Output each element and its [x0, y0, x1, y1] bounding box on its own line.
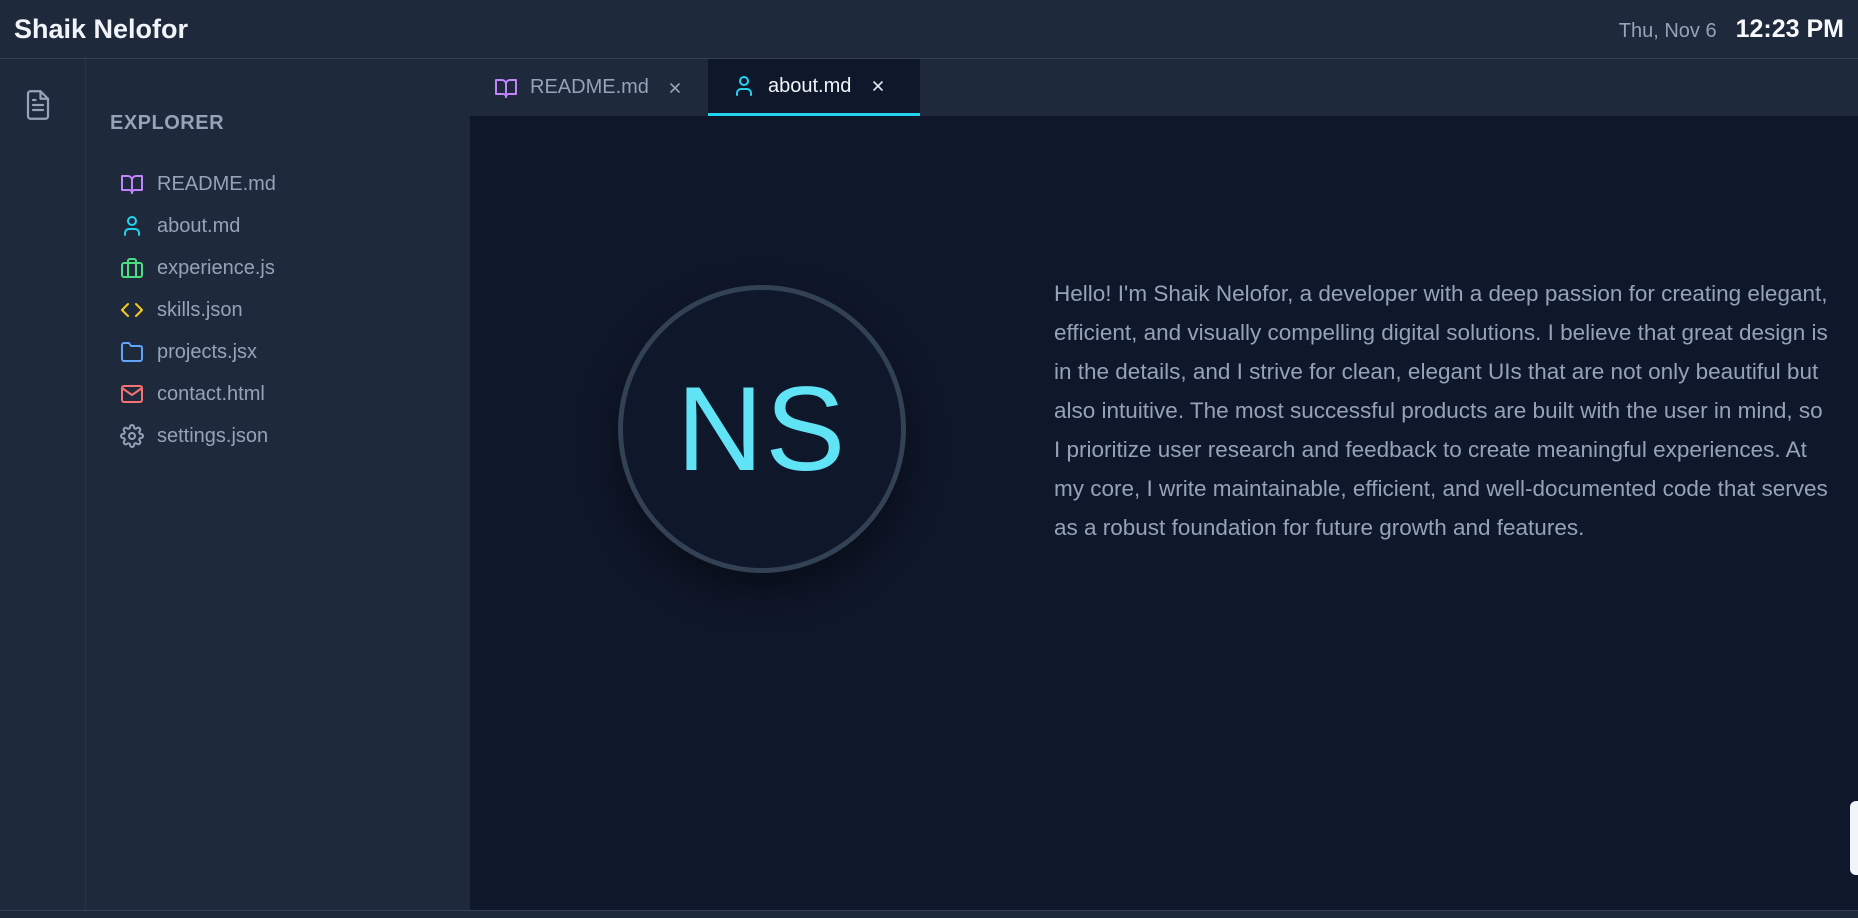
editor-content: NS Hello! I'm Shaik Nelofor, a developer… — [470, 116, 1858, 910]
editor-tab-bar: README.md about.md — [470, 59, 1858, 116]
file-item-contact[interactable]: contact.html — [120, 373, 440, 415]
file-label: README.md — [157, 172, 276, 195]
mail-icon — [120, 382, 144, 406]
tab-label: about.md — [768, 74, 852, 97]
file-item-settings[interactable]: settings.json — [120, 415, 440, 457]
clock: Thu, Nov 6 12:23 PM — [1619, 15, 1844, 44]
about-text: Hello! I'm Shaik Nelofor, a developer wi… — [1054, 281, 1828, 540]
folder-icon — [120, 340, 144, 364]
explorer-toggle-button[interactable] — [19, 86, 57, 124]
explorer-sidebar: EXPLORER README.md about.md experience.j… — [86, 59, 470, 910]
activity-bar — [0, 59, 86, 910]
clock-time: 12:23 PM — [1735, 14, 1844, 43]
side-drawer-handle[interactable] — [1850, 801, 1858, 875]
tab-about[interactable]: about.md — [708, 59, 920, 116]
user-icon — [732, 74, 756, 98]
status-bar — [0, 910, 1858, 918]
title-bar: Shaik Nelofor Thu, Nov 6 12:23 PM — [0, 0, 1858, 59]
file-item-experience[interactable]: experience.js — [120, 247, 440, 289]
book-icon — [120, 172, 144, 196]
file-label: experience.js — [157, 256, 275, 279]
file-label: skills.json — [157, 298, 243, 321]
file-item-projects[interactable]: projects.jsx — [120, 331, 440, 373]
code-icon — [120, 298, 144, 322]
file-item-readme[interactable]: README.md — [120, 163, 440, 205]
file-text-icon — [26, 90, 50, 120]
briefcase-icon — [120, 256, 144, 280]
app-title: Shaik Nelofor — [14, 13, 189, 44]
file-label: projects.jsx — [157, 340, 258, 363]
avatar: NS — [618, 285, 906, 573]
clock-date: Thu, Nov 6 — [1618, 19, 1717, 42]
file-item-about[interactable]: about.md — [120, 205, 440, 247]
avatar-initials: NS — [676, 362, 848, 496]
close-icon[interactable] — [869, 77, 887, 95]
tab-label: README.md — [530, 76, 649, 98]
tab-readme[interactable]: README.md — [470, 59, 708, 116]
user-icon — [120, 214, 144, 238]
explorer-title: EXPLORER — [110, 112, 225, 134]
close-icon[interactable] — [667, 79, 684, 97]
file-list: README.md about.md experience.js skills.… — [120, 163, 440, 457]
file-label: about.md — [157, 214, 241, 237]
file-label: settings.json — [157, 424, 269, 447]
file-item-skills[interactable]: skills.json — [120, 289, 440, 331]
gear-icon — [120, 424, 144, 448]
file-label: contact.html — [157, 382, 265, 405]
book-icon — [494, 76, 518, 100]
